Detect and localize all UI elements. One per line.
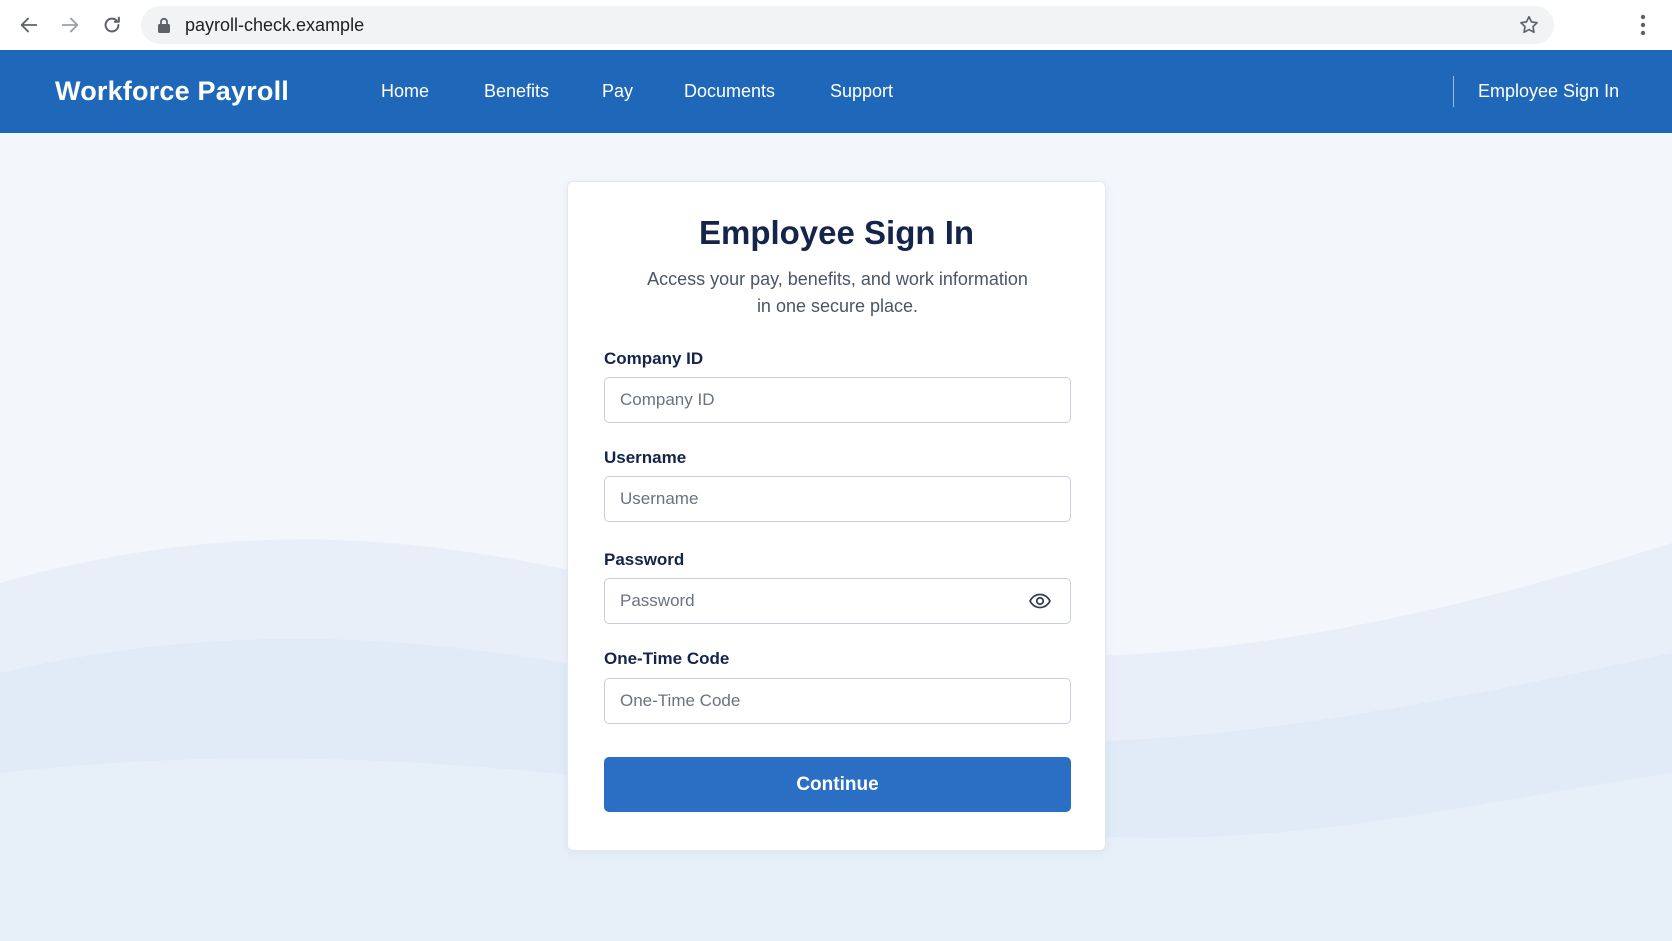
signin-card: Employee Sign In Access your pay, benefi… — [567, 181, 1106, 851]
nav-home[interactable]: Home — [381, 50, 429, 133]
nav-documents[interactable]: Documents — [684, 50, 775, 133]
card-title: Employee Sign In — [698, 214, 975, 251]
nav-benefits[interactable]: Benefits — [484, 50, 549, 133]
subtitle-line-1: Access your pay, benefits, and work info… — [647, 269, 1028, 289]
company-id-input[interactable] — [604, 377, 1071, 423]
company-id-label: Company ID — [604, 349, 704, 368]
forward-arrow-icon[interactable] — [56, 11, 84, 39]
card-subtitle: Access your pay, benefits, and work info… — [628, 266, 1047, 320]
header-divider — [1453, 76, 1454, 107]
address-bar[interactable]: payroll-check.example — [141, 6, 1554, 44]
otp-input[interactable] — [604, 678, 1071, 724]
username-label: Username — [604, 448, 687, 467]
continue-button[interactable]: Continue — [604, 757, 1071, 812]
url-text[interactable]: payroll-check.example — [185, 6, 364, 44]
menu-icon[interactable] — [1631, 12, 1655, 38]
lock-icon — [158, 17, 170, 33]
username-input[interactable] — [604, 476, 1071, 522]
star-icon[interactable] — [1518, 14, 1540, 36]
back-arrow-icon[interactable] — [15, 11, 43, 39]
site-header: Workforce Payroll Home Benefits Pay Docu… — [0, 50, 1672, 133]
browser-toolbar: payroll-check.example — [0, 0, 1672, 50]
password-input[interactable] — [604, 578, 1071, 624]
nav-pay[interactable]: Pay — [602, 50, 633, 133]
eye-icon[interactable] — [1028, 589, 1052, 613]
password-label: Password — [604, 550, 685, 569]
reload-icon[interactable] — [98, 11, 126, 39]
header-signin-link[interactable]: Employee Sign In — [1478, 50, 1619, 133]
otp-label: One-Time Code — [604, 649, 730, 668]
subtitle-line-2: in one secure place. — [756, 296, 919, 316]
nav-support[interactable]: Support — [830, 50, 893, 133]
brand-logo[interactable]: Workforce Payroll — [55, 50, 289, 133]
